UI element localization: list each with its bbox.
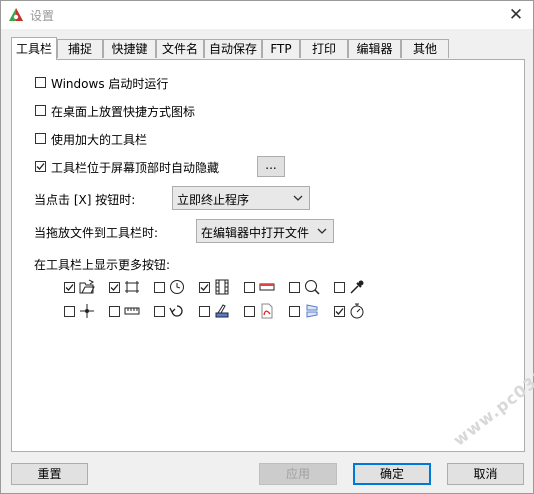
apply-button[interactable]: 应用 bbox=[259, 463, 337, 485]
scanner-button-checkbox[interactable] bbox=[199, 306, 210, 317]
autohide-checkbox[interactable] bbox=[35, 161, 46, 172]
autohide-more-button[interactable]: ... bbox=[257, 156, 285, 177]
chevron-down-icon bbox=[317, 228, 327, 234]
scrolling-window-icon bbox=[259, 283, 275, 291]
large-toolbar-checkbox[interactable] bbox=[35, 133, 46, 144]
drop-file-label: 当拖放文件到工具栏时: bbox=[34, 226, 159, 240]
tab-print[interactable]: 打印 bbox=[300, 39, 348, 58]
chevron-down-icon bbox=[293, 195, 303, 201]
drop-file-select[interactable]: 在编辑器中打开文件 bbox=[196, 219, 334, 243]
ok-button[interactable]: 确定 bbox=[353, 463, 431, 485]
undo-arrow-icon bbox=[169, 305, 183, 317]
tab-editor[interactable]: 编辑器 bbox=[348, 39, 401, 58]
tab-capture[interactable]: 捕捉 bbox=[57, 39, 103, 58]
pdf-icon bbox=[261, 303, 273, 319]
large-toolbar-label: 使用加大的工具栏 bbox=[51, 133, 148, 147]
ruler-button-checkbox[interactable] bbox=[109, 306, 120, 317]
window-title: 设置 bbox=[30, 9, 55, 23]
video-button-checkbox[interactable] bbox=[199, 282, 210, 293]
ruler-icon bbox=[124, 307, 140, 315]
checkmark-icon bbox=[65, 284, 74, 291]
start-with-windows-label: Windows 启动时运行 bbox=[51, 77, 169, 91]
title-bar: 设置 ✕ bbox=[1, 1, 533, 29]
desktop-shortcut-label: 在桌面上放置快捷方式图标 bbox=[51, 105, 196, 119]
tab-hotkeys[interactable]: 快捷键 bbox=[103, 39, 156, 58]
magnifier-button-checkbox[interactable] bbox=[289, 282, 300, 293]
color-picker-button-checkbox[interactable] bbox=[334, 282, 345, 293]
crosshair-button-checkbox[interactable] bbox=[64, 306, 75, 317]
desktop-shortcut-checkbox[interactable] bbox=[35, 105, 46, 116]
compare-panes-icon bbox=[306, 304, 318, 318]
cancel-button[interactable]: 取消 bbox=[447, 463, 524, 485]
x-click-select[interactable]: 立即终止程序 bbox=[172, 186, 310, 210]
start-with-windows-checkbox[interactable] bbox=[35, 77, 46, 88]
compare-button-checkbox[interactable] bbox=[289, 306, 300, 317]
tab-other[interactable]: 其他 bbox=[401, 39, 449, 58]
close-button[interactable]: ✕ bbox=[505, 4, 527, 26]
drop-file-value: 在编辑器中打开文件 bbox=[201, 226, 310, 240]
scroll-button-checkbox[interactable] bbox=[244, 282, 255, 293]
checkmark-icon bbox=[110, 284, 119, 291]
tab-toolbar[interactable]: 工具栏 bbox=[11, 37, 57, 60]
checkmark-icon bbox=[335, 308, 344, 315]
scanner-icon bbox=[215, 304, 229, 318]
open-folder-icon bbox=[79, 279, 95, 294]
timer-button-checkbox[interactable] bbox=[154, 282, 165, 293]
checkmark-icon bbox=[36, 163, 45, 170]
stopwatch-icon bbox=[350, 303, 364, 319]
timer-clock-icon bbox=[170, 280, 184, 294]
reset-button[interactable]: 重置 bbox=[11, 463, 88, 485]
x-click-value: 立即终止程序 bbox=[177, 193, 250, 207]
settings-window: 设置 ✕ 工具栏 捕捉 快捷键 文件名 自动保存 FTP 打印 编辑器 其他 W… bbox=[0, 0, 534, 494]
film-strip-icon bbox=[215, 279, 229, 295]
tab-autosave[interactable]: 自动保存 bbox=[204, 39, 262, 58]
undo-button-checkbox[interactable] bbox=[154, 306, 165, 317]
more-buttons-label: 在工具栏上显示更多按钮: bbox=[34, 258, 171, 272]
checkmark-icon bbox=[200, 284, 209, 291]
open-button-checkbox[interactable] bbox=[64, 282, 75, 293]
crosshair-icon bbox=[80, 304, 94, 318]
rectangle-capture-icon bbox=[125, 281, 139, 293]
rectangle-button-checkbox[interactable] bbox=[109, 282, 120, 293]
tab-filename[interactable]: 文件名 bbox=[156, 39, 204, 58]
app-logo-icon bbox=[9, 8, 23, 21]
color-picker-icon bbox=[350, 280, 364, 294]
pdf-button-checkbox[interactable] bbox=[244, 306, 255, 317]
magnifier-icon bbox=[305, 280, 320, 295]
stopwatch-button-checkbox[interactable] bbox=[334, 306, 345, 317]
autohide-label: 工具栏位于屏幕顶部时自动隐藏 bbox=[51, 161, 220, 175]
tab-ftp[interactable]: FTP bbox=[262, 39, 300, 58]
x-click-label: 当点击 [X] 按钮时: bbox=[34, 193, 136, 207]
